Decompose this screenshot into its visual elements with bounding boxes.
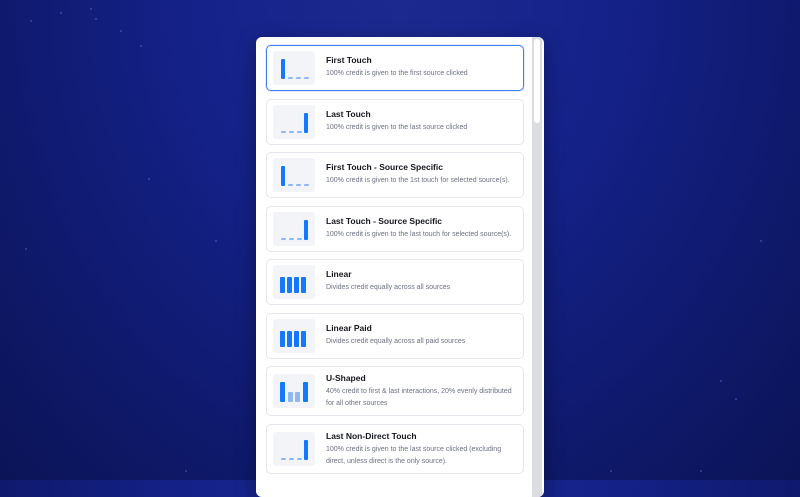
- option-title: Last Touch - Source Specific: [326, 215, 443, 226]
- vertical-scrollbar[interactable]: [532, 37, 542, 497]
- option-last-non-direct-touch[interactable]: Last Non-Direct Touch 100% credit is giv…: [266, 423, 524, 474]
- option-description: 100% credit is given to the last source …: [326, 445, 502, 465]
- option-title: Linear Paid: [326, 322, 372, 333]
- background-speckle: [610, 470, 612, 472]
- last-touch-chart-icon: [273, 431, 315, 466]
- option-last-touch-source-specific[interactable]: Last Touch - Source Specific 100% credit…: [266, 205, 524, 252]
- option-description: 100% credit is given to the last touch f…: [326, 230, 512, 238]
- background-speckle: [140, 45, 142, 47]
- background-speckle: [720, 380, 722, 382]
- last-touch-chart-icon: [273, 104, 315, 139]
- background-speckle: [185, 470, 187, 472]
- scrollbar-thumb[interactable]: [534, 39, 540, 123]
- option-title: Linear: [326, 269, 352, 279]
- last-touch-chart-icon: [273, 211, 315, 246]
- option-title: First Touch - Source Specific: [326, 162, 443, 172]
- linear-chart-icon: [273, 265, 315, 299]
- background-speckle: [95, 18, 97, 20]
- option-last-touch[interactable]: Last Touch 100% credit is given to the l…: [266, 98, 524, 145]
- option-description: 100% credit is given to the last source …: [326, 123, 468, 131]
- option-linear-paid[interactable]: Linear Paid Divides credit equally acros…: [266, 312, 524, 359]
- background-speckle: [700, 470, 702, 472]
- first-touch-chart-icon: [273, 51, 315, 85]
- option-linear[interactable]: Linear Divides credit equally across all…: [266, 259, 524, 305]
- option-first-touch-source-specific[interactable]: First Touch - Source Specific 100% credi…: [266, 152, 524, 198]
- background-speckle: [215, 240, 217, 242]
- option-title: Last Touch: [326, 108, 371, 119]
- option-first-touch[interactable]: First Touch 100% credit is given to the …: [266, 45, 524, 91]
- option-description: Divides credit equally across all source…: [326, 284, 451, 291]
- background-speckle: [60, 12, 62, 14]
- background-speckle: [760, 240, 762, 242]
- option-description: 40% credit to first & last interactions,…: [326, 388, 512, 407]
- option-description: Divides credit equally across all paid s…: [326, 337, 466, 345]
- option-description: 100% credit is given to the 1st touch fo…: [326, 177, 510, 184]
- background-speckle: [735, 398, 737, 400]
- option-title: Last Non-Direct Touch: [326, 430, 417, 441]
- background-speckle: [148, 178, 150, 180]
- background-speckle: [25, 248, 27, 250]
- attribution-model-list: First Touch 100% credit is given to the …: [266, 45, 524, 481]
- option-u-shaped[interactable]: U-Shaped 40% credit to first & last inte…: [266, 366, 524, 416]
- background-speckle: [90, 8, 92, 10]
- linear-chart-icon: [273, 318, 315, 353]
- background-speckle: [30, 20, 32, 22]
- u-shaped-chart-icon: [273, 374, 315, 408]
- option-title: U-Shaped: [326, 373, 366, 383]
- attribution-model-list-panel: First Touch 100% credit is given to the …: [256, 37, 544, 497]
- background-speckle: [120, 30, 122, 32]
- first-touch-chart-icon: [273, 158, 315, 192]
- option-title: First Touch: [326, 55, 372, 65]
- option-description: 100% credit is given to the first source…: [326, 70, 468, 77]
